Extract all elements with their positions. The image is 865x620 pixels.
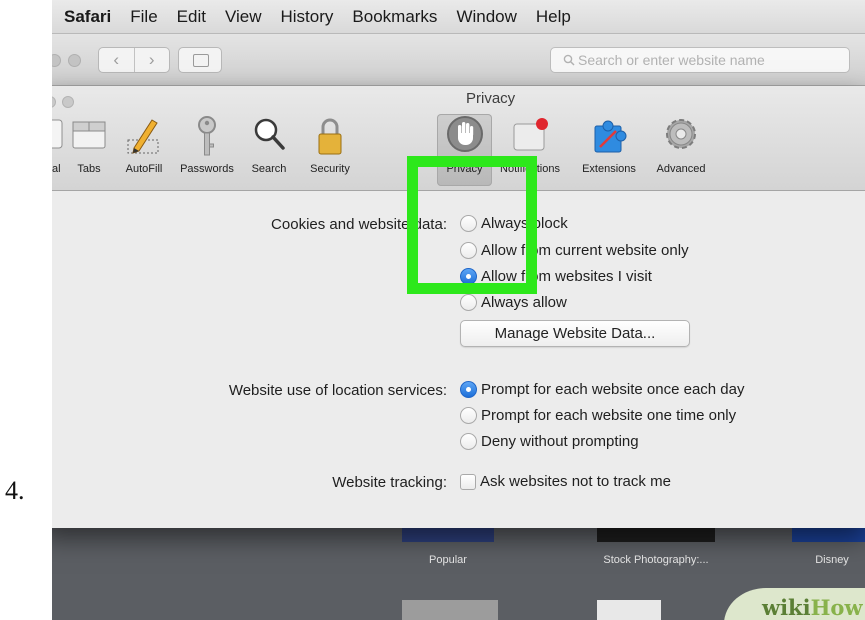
browser-toolbar: ‹ › Search or enter website name	[52, 34, 865, 86]
menu-bar: Safari File Edit View History Bookmarks …	[52, 0, 865, 34]
tracking-label: Website tracking:	[332, 474, 447, 491]
favorite-label-stock: Stock Photography:...	[603, 554, 709, 566]
window-zoom-dot[interactable]	[68, 54, 81, 67]
gear-icon	[666, 119, 696, 149]
menu-help[interactable]: Help	[536, 7, 571, 27]
tab-search[interactable]: Search	[242, 114, 296, 186]
menu-app-safari[interactable]: Safari	[64, 7, 111, 27]
privacy-pane: Cookies and website data: Always block A…	[52, 192, 865, 528]
tab-label: Search	[251, 163, 287, 175]
magnifier-icon	[254, 118, 285, 150]
option-label: Deny without prompting	[481, 433, 639, 450]
do-not-track-checkbox[interactable]	[460, 473, 476, 490]
tab-autofill[interactable]: AutoFill	[119, 114, 169, 186]
forward-button[interactable]: ›	[133, 48, 170, 72]
menu-history[interactable]: History	[281, 7, 334, 27]
menu-file[interactable]: File	[130, 7, 157, 27]
tab-label: Notifications	[500, 163, 560, 175]
sidebar-button[interactable]	[178, 47, 222, 73]
tab-label: Privacy	[446, 163, 483, 175]
lock-icon	[318, 118, 342, 155]
option-label: Always block	[481, 215, 568, 232]
manage-website-data-button[interactable]: Manage Website Data...	[460, 320, 690, 347]
favorite-label-popular: Popular	[429, 554, 467, 566]
tab-passwords[interactable]: Passwords	[175, 114, 239, 186]
option-label: Prompt for each website once each day	[481, 381, 745, 398]
tab-extensions[interactable]: Extensions	[572, 114, 646, 186]
menu-view[interactable]: View	[225, 7, 262, 27]
cookies-option-always-block[interactable]: Always block	[460, 215, 568, 232]
tracking-option[interactable]: Ask websites not to track me	[460, 473, 671, 490]
cookies-option-websites-visited[interactable]: Allow from websites I visit	[460, 268, 652, 285]
prefs-window-dot[interactable]	[62, 96, 74, 108]
radio-button[interactable]	[460, 242, 477, 259]
cookies-option-always-allow[interactable]: Always allow	[460, 294, 567, 311]
option-label: Always allow	[481, 294, 567, 311]
watermark-wiki: wiki	[762, 595, 811, 620]
puzzle-icon	[594, 120, 627, 153]
radio-button-selected[interactable]	[460, 381, 477, 398]
tab-label: Tabs	[77, 163, 101, 175]
option-label: Allow from current website only	[481, 242, 689, 259]
favorite-thumb[interactable]	[402, 600, 498, 620]
tab-tabs[interactable]: Tabs	[69, 114, 109, 186]
menu-edit[interactable]: Edit	[177, 7, 206, 27]
menu-window[interactable]: Window	[456, 7, 516, 27]
search-icon	[563, 54, 575, 66]
pencil-icon	[127, 119, 159, 154]
cookies-label: Cookies and website data:	[271, 216, 447, 233]
address-placeholder: Search or enter website name	[578, 52, 765, 68]
location-option-one-time-only[interactable]: Prompt for each website one time only	[460, 407, 736, 424]
tab-general[interactable]: ral	[52, 114, 67, 186]
option-label: Prompt for each website one time only	[481, 407, 737, 424]
preferences-window: Privacy ral Tabs AutoFill	[52, 86, 865, 528]
tab-label: ral	[52, 163, 61, 175]
prefs-window-dot[interactable]	[52, 96, 56, 108]
tab-notifications[interactable]: Notifications	[490, 114, 570, 186]
location-label: Website use of location services:	[228, 382, 447, 399]
radio-button[interactable]	[460, 215, 477, 232]
tab-label: Security	[310, 163, 350, 175]
notification-icon	[513, 118, 548, 151]
nav-buttons: ‹ ›	[98, 47, 170, 73]
tab-label: Passwords	[180, 163, 234, 175]
cookies-option-current-website[interactable]: Allow from current website only	[460, 242, 689, 259]
menu-bookmarks[interactable]: Bookmarks	[352, 7, 437, 27]
screenshot: Safari File Edit View History Bookmarks …	[52, 0, 865, 620]
tabs-icon	[72, 121, 106, 149]
window-minimize-dot[interactable]	[52, 54, 61, 67]
tab-label: Extensions	[582, 163, 636, 175]
preferences-title: Privacy	[466, 90, 516, 107]
tab-privacy[interactable]: Privacy	[437, 114, 492, 186]
tab-label: Advanced	[656, 163, 706, 175]
wikihow-watermark: wikiHow	[724, 588, 865, 620]
radio-button[interactable]	[460, 294, 477, 311]
radio-button[interactable]	[460, 433, 477, 450]
page: 4. Safari File Edit View History Bookmar…	[0, 0, 865, 620]
tab-security[interactable]: Security	[300, 114, 360, 186]
option-label: Allow from websites I visit	[481, 268, 652, 285]
address-bar[interactable]: Search or enter website name	[550, 47, 850, 73]
watermark-how: How	[810, 595, 863, 620]
key-icon	[198, 116, 216, 156]
tab-label: AutoFill	[125, 163, 163, 175]
favorite-label-disney: Disney	[815, 554, 849, 566]
option-label: Ask websites not to track me	[480, 473, 671, 490]
back-button[interactable]: ‹	[99, 48, 134, 72]
preferences-toolbar: Privacy ral Tabs AutoFill	[52, 86, 865, 191]
hand-icon	[446, 116, 483, 152]
radio-button[interactable]	[460, 407, 477, 424]
tab-advanced[interactable]: Advanced	[646, 114, 716, 186]
favorite-thumb[interactable]	[597, 600, 661, 620]
location-option-once-each-day[interactable]: Prompt for each website once each day	[460, 381, 744, 398]
location-option-deny[interactable]: Deny without prompting	[460, 433, 639, 450]
step-number: 4.	[5, 476, 25, 505]
radio-button-selected[interactable]	[460, 268, 477, 285]
